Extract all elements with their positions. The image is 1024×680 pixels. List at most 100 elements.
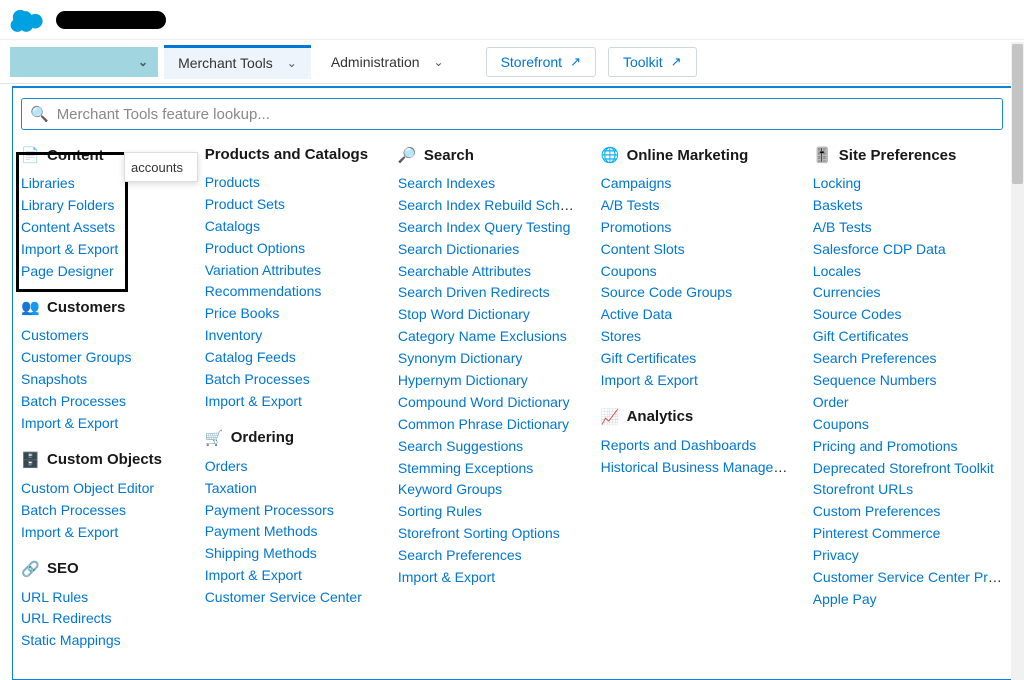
menu-link[interactable]: Content Assets <box>21 219 115 235</box>
menu-link[interactable]: Orders <box>205 458 248 474</box>
menu-link[interactable]: Import & Export <box>21 241 118 257</box>
menu-link[interactable]: Import & Export <box>21 524 118 540</box>
menu-link[interactable]: Sequence Numbers <box>813 372 937 388</box>
menu-link[interactable]: Content Slots <box>601 241 685 257</box>
menu-link[interactable]: Catalog Feeds <box>205 349 296 365</box>
menu-link[interactable]: Currencies <box>813 284 881 300</box>
menu-link[interactable]: Sorting Rules <box>398 503 482 519</box>
menu-link[interactable]: Customer Service Center Preferen... <box>813 569 1003 585</box>
menu-link[interactable]: Common Phrase Dictionary <box>398 416 569 432</box>
menu-link[interactable]: Salesforce CDP Data <box>813 241 946 257</box>
menu-link[interactable]: Snapshots <box>21 371 87 387</box>
feature-search[interactable]: 🔍 <box>21 98 1003 130</box>
menu-link[interactable]: Searchable Attributes <box>398 263 531 279</box>
menu-link[interactable]: Search Preferences <box>813 350 937 366</box>
menu-link[interactable]: Keyword Groups <box>398 481 502 497</box>
section-ordering: 🛒Ordering OrdersTaxationPayment Processo… <box>205 429 376 607</box>
menu-link[interactable]: Import & Export <box>398 569 495 585</box>
menu-link[interactable]: Custom Object Editor <box>21 480 154 496</box>
menu-link[interactable]: Price Books <box>205 305 280 321</box>
menu-link[interactable]: Import & Export <box>205 393 302 409</box>
menu-link[interactable]: Search Suggestions <box>398 438 523 454</box>
menu-link[interactable]: Product Options <box>205 240 305 256</box>
menu-link[interactable]: Storefront Sorting Options <box>398 525 560 541</box>
menu-link[interactable]: Custom Preferences <box>813 503 941 519</box>
menu-link[interactable]: Gift Certificates <box>813 328 909 344</box>
menu-link[interactable]: Coupons <box>813 416 869 432</box>
menu-link[interactable]: Customers <box>21 327 89 343</box>
menu-link[interactable]: Batch Processes <box>21 393 126 409</box>
menu-link[interactable]: Active Data <box>601 306 673 322</box>
menu-link[interactable]: Libraries <box>21 175 75 191</box>
menu-link[interactable]: Payment Processors <box>205 502 334 518</box>
menu-link[interactable]: Customer Groups <box>21 349 131 365</box>
toolkit-button[interactable]: Toolkit ↗ <box>608 47 697 77</box>
menu-link[interactable]: Catalogs <box>205 218 260 234</box>
menu-link[interactable]: Page Designer <box>21 263 114 279</box>
menu-link[interactable]: Campaigns <box>601 175 672 191</box>
search-icon: 🔍 <box>30 105 49 123</box>
site-selector[interactable]: ⌄ <box>10 47 158 77</box>
menu-link[interactable]: Stemming Exceptions <box>398 460 533 476</box>
menu-link[interactable]: Search Index Query Testing <box>398 219 571 235</box>
menu-link[interactable]: Search Index Rebuild Schedule <box>398 197 579 213</box>
menu-link[interactable]: Category Name Exclusions <box>398 328 567 344</box>
menu-link[interactable]: Search Driven Redirects <box>398 284 550 300</box>
menu-link[interactable]: Source Codes <box>813 306 902 322</box>
menu-link[interactable]: Import & Export <box>205 567 302 583</box>
storefront-button[interactable]: Storefront ↗ <box>486 47 596 77</box>
menu-link[interactable]: Batch Processes <box>205 371 310 387</box>
menu-link[interactable]: Inventory <box>205 327 263 343</box>
list-item: Storefront Sorting Options <box>398 524 579 543</box>
menu-link[interactable]: Payment Methods <box>205 523 318 539</box>
menu-link[interactable]: Privacy <box>813 547 859 563</box>
menu-link[interactable]: URL Redirects <box>21 610 112 626</box>
menu-link[interactable]: Deprecated Storefront Toolkit <box>813 460 994 476</box>
vertical-scrollbar[interactable] <box>1011 42 1024 680</box>
menu-link[interactable]: Gift Certificates <box>601 350 697 366</box>
menu-link[interactable]: Historical Business Manager Repo... <box>601 459 791 475</box>
menu-link[interactable]: Storefront URLs <box>813 481 913 497</box>
menu-link[interactable]: Order <box>813 394 849 410</box>
menu-link[interactable]: Products <box>205 174 260 190</box>
menu-link[interactable]: Stop Word Dictionary <box>398 306 530 322</box>
menu-link[interactable]: A/B Tests <box>813 219 872 235</box>
menu-link[interactable]: Library Folders <box>21 197 114 213</box>
menu-link[interactable]: Recommendations <box>205 283 322 299</box>
menu-link[interactable]: URL Rules <box>21 589 88 605</box>
menu-link[interactable]: Customer Service Center <box>205 589 362 605</box>
list-item: Recommendations <box>205 282 376 301</box>
menu-link[interactable]: Search Dictionaries <box>398 241 519 257</box>
section-products-catalogs: Products and Catalogs Products Product Se… <box>205 146 376 411</box>
menu-link[interactable]: Import & Export <box>601 372 698 388</box>
menu-link[interactable]: Source Code Groups <box>601 284 733 300</box>
menu-link[interactable]: Locales <box>813 263 861 279</box>
menu-link[interactable]: Coupons <box>601 263 657 279</box>
menu-link[interactable]: Search Indexes <box>398 175 495 191</box>
menu-link[interactable]: Batch Processes <box>21 502 126 518</box>
tab-merchant-tools[interactable]: Merchant Tools ⌄ <box>164 45 311 79</box>
menu-link[interactable]: Static Mappings <box>21 632 121 648</box>
menu-link[interactable]: Import & Export <box>21 415 118 431</box>
search-input[interactable] <box>55 105 994 124</box>
menu-link[interactable]: Search Preferences <box>398 547 522 563</box>
menu-link[interactable]: Shipping Methods <box>205 545 317 561</box>
menu-link[interactable]: Taxation <box>205 480 257 496</box>
menu-link[interactable]: Hypernym Dictionary <box>398 372 528 388</box>
menu-link[interactable]: Compound Word Dictionary <box>398 394 570 410</box>
section-title: Products and Catalogs <box>205 146 368 163</box>
menu-link[interactable]: Product Sets <box>205 196 285 212</box>
menu-link[interactable]: Reports and Dashboards <box>601 437 757 453</box>
menu-link[interactable]: Apple Pay <box>813 591 877 607</box>
scrollbar-thumb[interactable] <box>1012 44 1023 184</box>
menu-link[interactable]: Promotions <box>601 219 672 235</box>
tab-administration[interactable]: Administration ⌄ <box>317 45 458 79</box>
menu-link[interactable]: A/B Tests <box>601 197 660 213</box>
menu-link[interactable]: Variation Attributes <box>205 262 321 278</box>
menu-link[interactable]: Pricing and Promotions <box>813 438 958 454</box>
menu-link[interactable]: Pinterest Commerce <box>813 525 941 541</box>
menu-link[interactable]: Baskets <box>813 197 863 213</box>
menu-link[interactable]: Synonym Dictionary <box>398 350 523 366</box>
menu-link[interactable]: Stores <box>601 328 641 344</box>
menu-link[interactable]: Locking <box>813 175 861 191</box>
